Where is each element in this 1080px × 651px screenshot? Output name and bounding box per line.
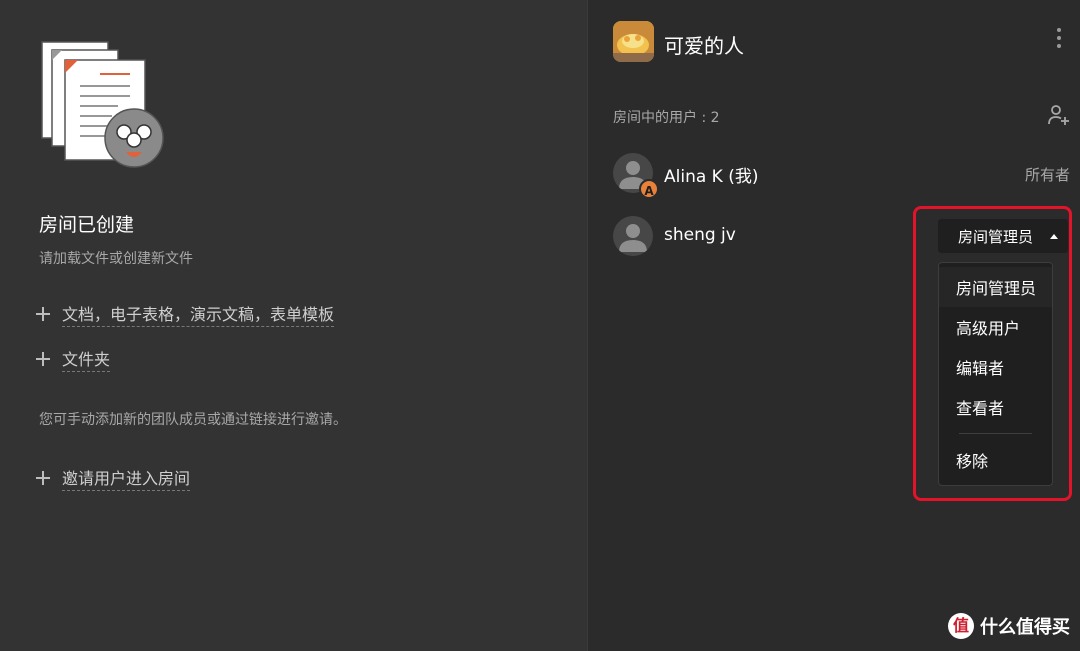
watermark-logo-icon: 值 [948, 613, 974, 639]
user-name: Alina K (我) [664, 167, 759, 187]
user-role: 所有者 [1024, 166, 1070, 184]
create-file-action[interactable]: 文档，电子表格，演示文稿，表单模板 [36, 301, 335, 327]
create-folder-label: 文件夹 [62, 346, 111, 372]
more-vertical-icon[interactable] [1054, 28, 1064, 52]
plus-icon [36, 352, 50, 366]
plus-icon [36, 307, 50, 321]
avatar [613, 216, 653, 256]
room-name: 可爱的人 [664, 34, 744, 58]
users-count: 房间中的用户 : 2 [613, 110, 720, 126]
watermark: 值 什么值得买 [948, 613, 1070, 639]
plus-icon [36, 471, 50, 485]
create-folder-action[interactable]: 文件夹 [36, 346, 111, 372]
documents-illustration [38, 40, 168, 172]
room-avatar [613, 21, 654, 62]
role-dropdown-menu: 房间管理员 高级用户 编辑者 查看者 移除 [938, 262, 1053, 486]
invite-users-label: 邀请用户进入房间 [62, 465, 191, 491]
user-name: sheng jv [664, 225, 736, 245]
watermark-text: 什么值得买 [980, 617, 1070, 638]
role-select-value: 房间管理员 [958, 227, 1034, 246]
role-select[interactable]: 房间管理员 [938, 219, 1068, 253]
menu-item-power-user[interactable]: 高级用户 [939, 307, 1052, 347]
room-created-title: 房间已创建 [39, 214, 135, 236]
menu-item-room-admin[interactable]: 房间管理员 [939, 267, 1052, 307]
owner-badge: A [639, 179, 659, 199]
menu-item-editor[interactable]: 编辑者 [939, 347, 1052, 387]
left-panel: 房间已创建 请加载文件或创建新文件 文档，电子表格，演示文稿，表单模板 文件夹 … [0, 0, 588, 651]
caret-up-icon [1050, 234, 1058, 239]
room-created-subtitle: 请加载文件或创建新文件 [39, 251, 193, 267]
invite-note: 您可手动添加新的团队成员或通过链接进行邀请。 [39, 412, 347, 428]
menu-divider [959, 433, 1032, 434]
menu-item-viewer[interactable]: 查看者 [939, 387, 1052, 427]
menu-item-remove[interactable]: 移除 [939, 440, 1052, 480]
user-row: A Alina K (我) 所有者 [613, 153, 1070, 199]
invite-users-action[interactable]: 邀请用户进入房间 [36, 465, 191, 491]
create-file-label: 文档，电子表格，演示文稿，表单模板 [62, 301, 335, 327]
add-user-icon[interactable] [1046, 103, 1070, 127]
